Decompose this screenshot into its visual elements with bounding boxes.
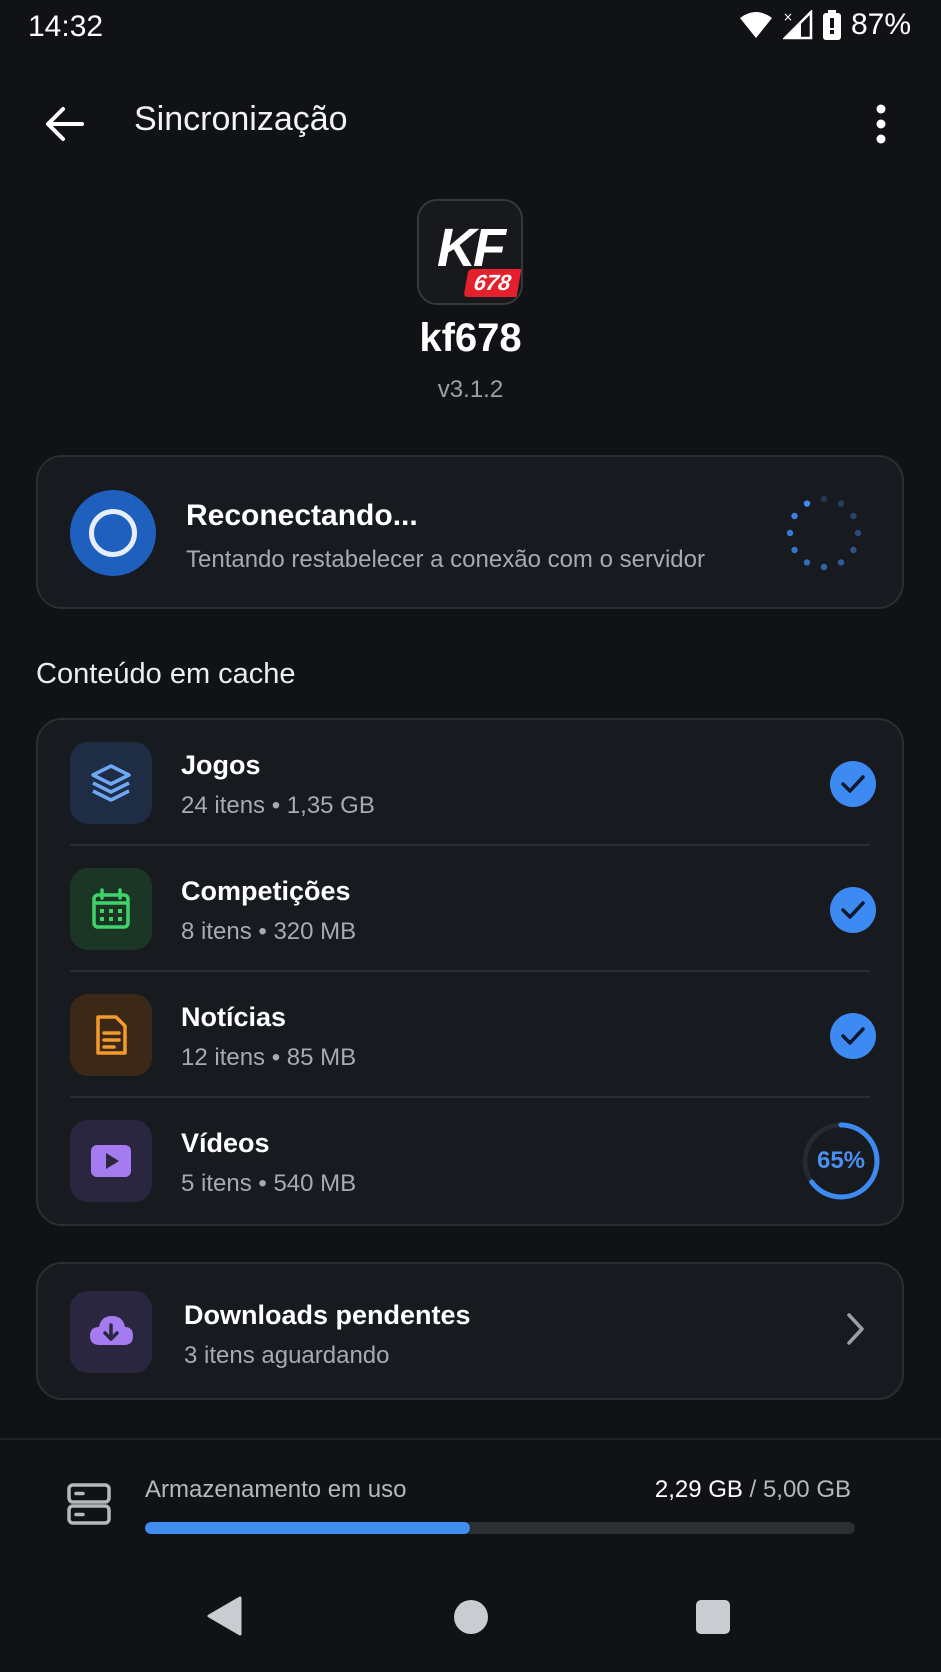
wifi-icon — [739, 12, 772, 38]
storage-used: 2,29 GB — [654, 1476, 743, 1503]
spinner-dot — [803, 559, 811, 566]
page-title: Sincronização — [134, 100, 348, 138]
item-name: Competições — [181, 876, 351, 906]
nav-recents-icon[interactable] — [696, 1600, 730, 1634]
spinner-dot — [820, 563, 828, 571]
list-item-noticias[interactable]: Notícias 12 itens • 85 MB — [38, 972, 902, 1098]
logo-badge: 678 — [463, 269, 521, 297]
item-meta: 5 itens • 540 MB — [181, 1170, 357, 1197]
arrow-left-icon — [46, 107, 84, 141]
system-navigation-bar — [0, 1594, 941, 1646]
battery-percentage: 87% — [850, 8, 911, 41]
reconnect-subtitle: Tentando restabelecer a conexão com o se… — [186, 546, 705, 573]
cloud-download-icon — [70, 1291, 152, 1373]
app-logo: KF 678 — [417, 199, 523, 305]
storage-label: Armazenamento em uso — [145, 1476, 407, 1503]
item-name: Notícias — [181, 1002, 287, 1032]
play-icon — [70, 1120, 152, 1202]
item-name: Jogos — [181, 750, 261, 780]
back-button[interactable] — [36, 96, 92, 152]
progress-label: 65% — [816, 1147, 866, 1174]
divider — [0, 1438, 941, 1440]
list-item-videos[interactable]: Vídeos 5 itens • 540 MB 65% — [38, 1098, 902, 1224]
status-time: 14:32 — [28, 10, 104, 43]
item-meta: 12 itens • 85 MB — [181, 1044, 357, 1071]
list-item-competicoes[interactable]: Competições 8 itens • 320 MB — [38, 846, 902, 972]
layers-icon — [70, 742, 152, 824]
more-options-button[interactable] — [853, 96, 909, 152]
downloads-title: Downloads pendentes — [184, 1300, 471, 1330]
spinner-dot — [837, 500, 845, 507]
storage-total: / 5,00 GB — [749, 1476, 851, 1503]
storage-icon — [67, 1483, 111, 1525]
storage-progress-fill — [145, 1522, 471, 1534]
cache-list: Jogos 24 itens • 1,35 GB Competições 8 i… — [36, 718, 904, 1226]
item-meta: 8 itens • 320 MB — [181, 918, 357, 945]
spinner-dot — [786, 529, 794, 537]
pending-downloads-card[interactable]: Downloads pendentes 3 itens aguardando — [36, 1262, 904, 1400]
chevron-right-icon — [847, 1313, 864, 1345]
status-icons: × 87% — [739, 8, 911, 42]
document-icon — [70, 994, 152, 1076]
svg-text:×: × — [783, 10, 793, 24]
spinner-dot — [820, 495, 828, 503]
reconnect-card: Reconectando... Tentando restabelecer a … — [36, 455, 904, 609]
downloads-subtitle: 3 itens aguardando — [184, 1342, 390, 1369]
check-icon — [830, 1013, 876, 1059]
section-title-cache: Conteúdo em cache — [36, 658, 296, 690]
spinner-dot — [850, 546, 857, 554]
app-version: v3.1.2 — [437, 376, 504, 403]
spinner-dot — [791, 546, 798, 554]
storage-progress-bar — [145, 1522, 855, 1534]
app-name: kf678 — [419, 316, 522, 360]
nav-back-icon[interactable] — [206, 1596, 242, 1636]
reconnect-title: Reconectando... — [186, 499, 418, 532]
calendar-icon — [70, 868, 152, 950]
storage-value: 2,29 GB / 5,00 GB — [655, 1476, 851, 1504]
check-icon — [830, 761, 876, 807]
spinner-dot — [803, 500, 811, 507]
spinner-dot — [850, 512, 857, 520]
item-name: Vídeos — [181, 1128, 270, 1158]
spinner-dot — [791, 512, 798, 520]
signal-icon: × — [782, 10, 813, 40]
loading-spinner-icon — [786, 495, 862, 571]
connection-status-icon — [70, 490, 156, 576]
more-vertical-icon — [876, 104, 886, 144]
item-meta: 24 itens • 1,35 GB — [181, 792, 375, 819]
spinner-dot — [854, 529, 862, 537]
spinner-dot — [837, 559, 845, 566]
list-item-jogos[interactable]: Jogos 24 itens • 1,35 GB — [38, 720, 902, 846]
check-icon — [830, 887, 876, 933]
battery-icon — [822, 10, 841, 40]
nav-home-icon[interactable] — [454, 1600, 488, 1634]
